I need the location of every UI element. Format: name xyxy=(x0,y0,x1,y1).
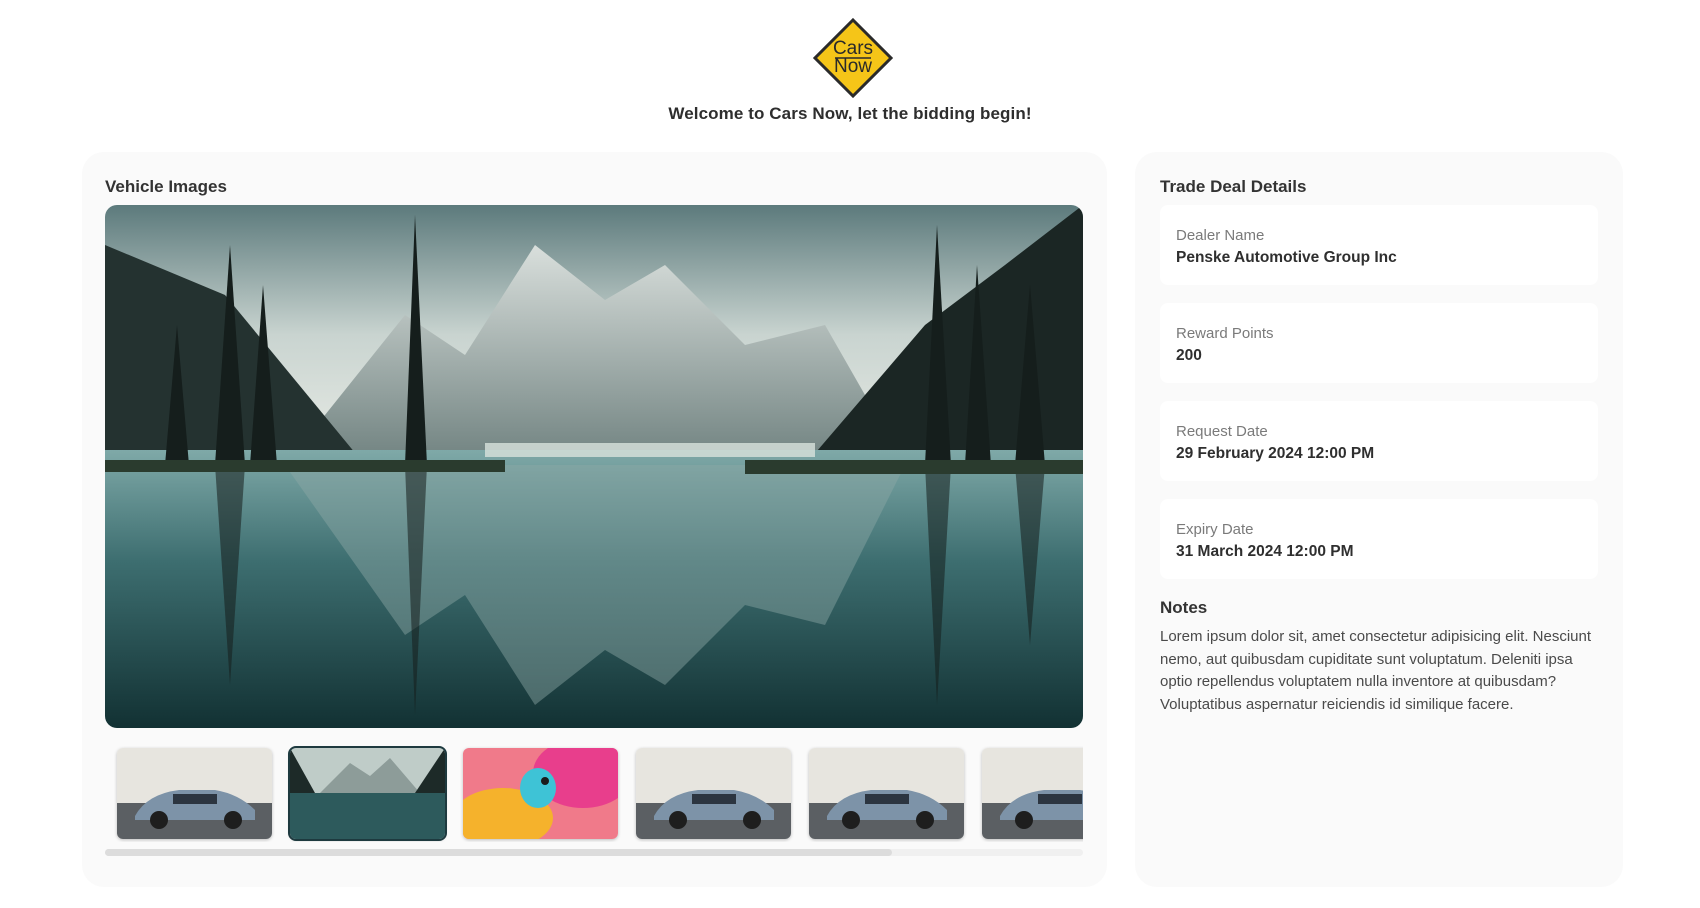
thumbnail-scrollbar[interactable] xyxy=(105,849,1083,856)
main-vehicle-image[interactable] xyxy=(105,205,1083,728)
page-header: Cars Now Welcome to Cars Now, let the bi… xyxy=(0,0,1700,140)
thumbnail-car[interactable] xyxy=(809,748,964,839)
dealer-name-value: Penske Automotive Group Inc xyxy=(1176,249,1397,266)
thumbnail-car[interactable] xyxy=(117,748,272,839)
expiry-date-card: Expiry Date 31 March 2024 12:00 PM xyxy=(1160,499,1598,579)
expiry-date-value: 31 March 2024 12:00 PM xyxy=(1176,543,1354,560)
thumbnail-car[interactable] xyxy=(982,748,1083,839)
notes-title: Notes xyxy=(1160,598,1208,617)
notes-text: Lorem ipsum dolor sit, amet consectetur … xyxy=(1160,628,1592,713)
request-date-label: Request Date xyxy=(1176,423,1268,440)
request-date-value: 29 February 2024 12:00 PM xyxy=(1176,445,1375,462)
trade-deal-panel: Trade Deal Details Dealer Name Penske Au… xyxy=(1135,152,1623,887)
thumbnail-car[interactable] xyxy=(636,748,791,839)
expiry-date-label: Expiry Date xyxy=(1176,521,1254,538)
svg-text:Now: Now xyxy=(834,56,872,77)
reward-points-value: 200 xyxy=(1176,347,1202,364)
vehicle-images-panel: Vehicle Images xyxy=(82,152,1107,887)
vehicle-images-title: Vehicle Images xyxy=(105,177,227,196)
dealer-name-card: Dealer Name Penske Automotive Group Inc xyxy=(1160,205,1598,285)
cars-now-logo[interactable]: Cars Now xyxy=(813,18,893,98)
reward-points-card: Reward Points 200 xyxy=(1160,303,1598,383)
request-date-card: Request Date 29 February 2024 12:00 PM xyxy=(1160,401,1598,481)
thumbnail-lake[interactable] xyxy=(288,746,447,841)
scrollbar-thumb[interactable] xyxy=(105,849,892,856)
thumbnail-chameleon[interactable] xyxy=(463,748,618,839)
reward-points-label: Reward Points xyxy=(1176,325,1274,342)
trade-deal-title: Trade Deal Details xyxy=(1160,177,1307,196)
thumbnail-strip[interactable] xyxy=(105,744,1083,842)
dealer-name-label: Dealer Name xyxy=(1176,227,1265,244)
welcome-message: Welcome to Cars Now, let the bidding beg… xyxy=(668,104,1032,123)
